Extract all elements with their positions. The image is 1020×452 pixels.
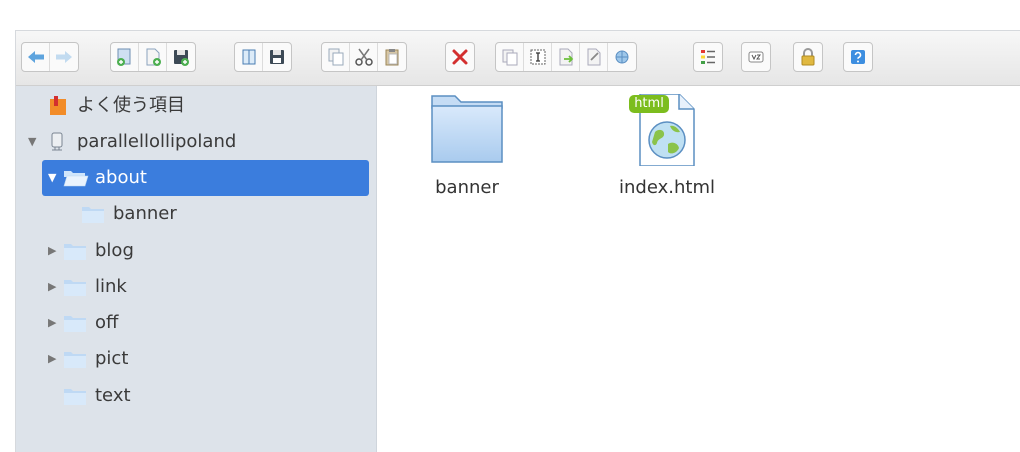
open-group	[234, 42, 292, 72]
folder-icon	[81, 204, 105, 228]
open-button[interactable]	[235, 43, 263, 71]
expand-arrow-icon[interactable]: ▶	[48, 305, 56, 341]
sidebar-item-text[interactable]: text	[16, 378, 377, 414]
forward-button[interactable]	[50, 43, 78, 71]
help-group	[843, 42, 873, 72]
download-icon	[270, 50, 284, 64]
expand-arrow-icon[interactable]: ▶	[48, 269, 56, 305]
bookmark-folder-icon	[49, 96, 67, 120]
folder-icon	[63, 277, 87, 301]
sidebar: よく使う項目 ▼ parallellollipoland ▼ about ban…	[16, 86, 377, 452]
forward-arrow-icon	[56, 51, 72, 63]
paste-icon	[385, 49, 399, 66]
expand-arrow-icon[interactable]: ▼	[28, 124, 36, 160]
folder-icon	[63, 386, 87, 410]
root-label: parallellollipoland	[77, 131, 237, 152]
sidebar-item-link[interactable]: ▶ link	[16, 269, 377, 305]
sidebar-item-label: off	[95, 312, 119, 333]
view-button[interactable]	[694, 43, 722, 71]
sidebar-item-blog[interactable]: ▶ blog	[16, 233, 377, 269]
sidebar-item-off[interactable]: ▶ off	[16, 305, 377, 341]
open-icon	[242, 49, 255, 65]
lock-button[interactable]	[794, 43, 822, 71]
edit-icon	[559, 48, 573, 66]
download-button[interactable]	[263, 43, 291, 71]
archive-icon	[615, 50, 629, 64]
sidebar-item-label: text	[95, 385, 131, 406]
paste-button[interactable]	[378, 43, 406, 71]
expand-arrow-icon[interactable]: ▶	[48, 233, 56, 269]
copy-button[interactable]	[322, 43, 350, 71]
cut-button[interactable]	[350, 43, 378, 71]
new-folder-button[interactable]	[111, 43, 139, 71]
file-view[interactable]: banner html index.html	[377, 86, 1020, 452]
cut-icon	[354, 48, 373, 66]
help-button[interactable]	[844, 43, 872, 71]
delete-group	[445, 42, 475, 72]
favorites-label: よく使う項目	[77, 95, 185, 116]
rename-icon	[530, 49, 545, 65]
duplicate-icon	[502, 49, 517, 66]
create-group	[110, 42, 196, 72]
edit-button[interactable]	[552, 43, 580, 71]
folder-icon	[63, 313, 87, 337]
open-folder-icon	[63, 169, 89, 191]
expand-arrow-icon[interactable]: ▶	[48, 341, 56, 377]
view-list-icon	[701, 50, 715, 64]
archive-button[interactable]	[608, 43, 636, 71]
file-name: index.html	[619, 177, 715, 198]
delete-button[interactable]	[446, 43, 474, 71]
nav-group	[21, 42, 79, 72]
copy-icon	[328, 48, 343, 66]
sort-group	[741, 42, 771, 72]
edit-group	[495, 42, 637, 72]
folder-icon	[63, 349, 87, 373]
back-button[interactable]	[22, 43, 50, 71]
sidebar-favorites[interactable]: よく使う項目	[16, 88, 377, 124]
sidebar-item-label: blog	[95, 240, 134, 261]
folder-icon	[63, 241, 87, 265]
new-file-icon	[146, 48, 161, 66]
collapse-arrow-icon[interactable]: ▼	[48, 160, 56, 196]
view-group	[693, 42, 723, 72]
duplicate-button[interactable]	[496, 43, 524, 71]
server-drive-icon	[49, 132, 65, 156]
new-folder-icon	[116, 48, 130, 66]
lock-icon	[801, 48, 815, 66]
sidebar-item-label: about	[95, 167, 147, 188]
new-file-button[interactable]	[139, 43, 167, 71]
sidebar-item-label: pict	[95, 348, 129, 369]
file-name: banner	[435, 177, 499, 198]
file-manager: よく使う項目 ▼ parallellollipoland ▼ about ban…	[15, 30, 1020, 452]
resize-button[interactable]	[580, 43, 608, 71]
sort-button[interactable]	[742, 43, 770, 71]
rename-button[interactable]	[524, 43, 552, 71]
resize-icon	[587, 48, 600, 66]
help-icon	[851, 50, 865, 64]
upload-button[interactable]	[167, 43, 195, 71]
sidebar-item-label: banner	[113, 203, 177, 224]
sidebar-root[interactable]: ▼ parallellollipoland	[16, 124, 377, 160]
delete-icon	[452, 49, 468, 65]
sidebar-item-banner[interactable]: banner	[16, 196, 377, 232]
toolbar	[16, 31, 1020, 86]
back-arrow-icon	[27, 51, 44, 63]
sort-icon	[748, 51, 764, 63]
html-badge: html	[629, 95, 669, 113]
large-folder-icon	[431, 95, 503, 163]
lock-group	[793, 42, 823, 72]
sidebar-item-label: link	[95, 276, 127, 297]
sidebar-item-about[interactable]: ▼ about	[16, 160, 377, 196]
upload-icon	[174, 50, 189, 66]
sidebar-item-pict[interactable]: ▶ pict	[16, 341, 377, 377]
clipboard-group	[321, 42, 407, 72]
